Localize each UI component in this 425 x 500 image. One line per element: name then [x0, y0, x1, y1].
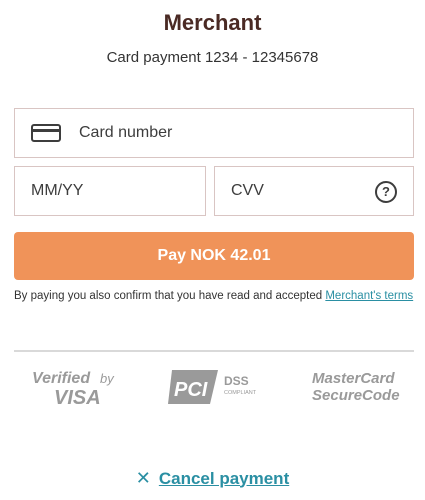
divider [14, 350, 414, 352]
verified-by-visa-logo: Verified by VISA [28, 366, 124, 408]
pci-text: PCI [174, 379, 208, 401]
pay-button-label: Pay NOK 42.01 [157, 247, 271, 264]
verified-text: Verified [32, 370, 91, 387]
payment-reference: Card payment 1234 - 12345678 [106, 49, 319, 66]
cvv-field[interactable]: CVV ? [214, 166, 414, 216]
mastercard-securecode-logo: MasterCard SecureCode [310, 366, 400, 408]
pay-button[interactable]: Pay NOK 42.01 [14, 232, 414, 280]
visa-text: VISA [54, 387, 101, 408]
by-text: by [100, 371, 115, 386]
cvv-placeholder: CVV [231, 182, 264, 199]
merchant-terms-link[interactable]: Merchant's terms [325, 290, 413, 302]
security-badges: Verified by VISA PCI DSS COMPLIANT Maste… [14, 366, 414, 408]
pci-dss-logo: PCI DSS COMPLIANT [166, 366, 266, 408]
help-icon[interactable]: ? [375, 181, 397, 203]
cancel-payment-link[interactable]: Cancel payment [159, 469, 289, 489]
dss-text: DSS [224, 374, 249, 388]
expiry-placeholder: MM/YY [31, 182, 84, 199]
cancel-payment[interactable]: ✕ Cancel payment [0, 468, 425, 489]
close-icon[interactable]: ✕ [136, 468, 151, 489]
compliant-text: COMPLIANT [224, 390, 257, 396]
mastercard-text: MasterCard [312, 370, 395, 387]
terms-statement: By paying you also confirm that you have… [14, 290, 326, 302]
terms-text: By paying you also confirm that you have… [14, 289, 414, 304]
expiry-field[interactable]: MM/YY [14, 166, 206, 216]
securecode-text: SecureCode [312, 387, 400, 404]
credit-card-icon [31, 124, 61, 142]
payment-page: Merchant Card payment 1234 - 12345678 Ca… [0, 0, 425, 500]
card-number-placeholder: Card number [79, 124, 173, 141]
merchant-name: Merchant [163, 10, 262, 35]
card-number-field[interactable]: Card number [14, 108, 414, 158]
